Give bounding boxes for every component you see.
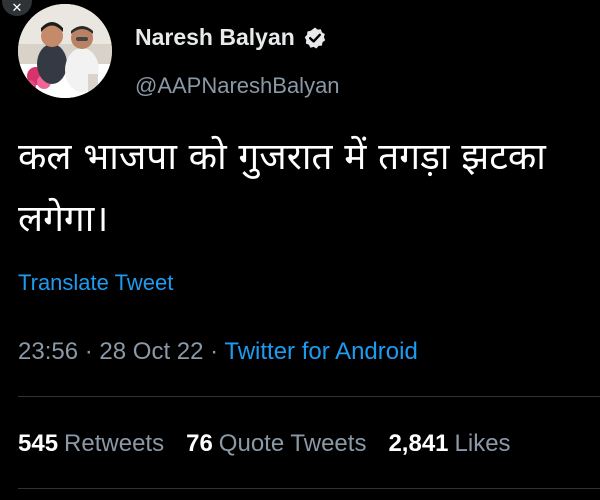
likes-count: 2,841 — [388, 430, 449, 457]
divider — [18, 488, 600, 489]
retweets-label: Retweets — [64, 430, 165, 457]
tweet-text: कल भाजपा को गुजरात में तगड़ा झटका लगेगा। — [18, 135, 546, 240]
translate-tweet-link[interactable]: Translate Tweet — [18, 270, 173, 296]
quote-tweets-label: Quote Tweets — [218, 430, 367, 457]
avatar-photo — [18, 4, 112, 98]
author-name-row[interactable]: Naresh Balyan — [135, 24, 327, 51]
verified-badge-icon — [304, 27, 326, 48]
divider — [18, 396, 600, 397]
likes-stat[interactable]: 2,841 Likes — [388, 430, 510, 458]
meta-separator: · — [210, 338, 219, 365]
tweet-stats: 545 Retweets 76 Quote Tweets 2,841 Likes — [18, 430, 511, 458]
quote-tweets-count: 76 — [186, 430, 213, 457]
likes-label: Likes — [454, 430, 511, 457]
close-button[interactable]: ✕ — [2, 0, 32, 16]
tweet-time[interactable]: 23:56 — [18, 338, 78, 365]
meta-separator: · — [84, 338, 93, 365]
tweet-meta: 23:56 · 28 Oct 22 · Twitter for Android — [18, 338, 418, 366]
avatar[interactable] — [18, 4, 112, 98]
author-display-name[interactable]: Naresh Balyan — [135, 24, 295, 51]
close-icon: ✕ — [11, 0, 23, 15]
quote-tweets-stat[interactable]: 76 Quote Tweets — [186, 430, 366, 458]
tweet-source-link[interactable]: Twitter for Android — [224, 338, 417, 365]
retweets-count: 545 — [18, 430, 59, 457]
author-handle[interactable]: @AAPNareshBalyan — [135, 73, 340, 99]
retweets-stat[interactable]: 545 Retweets — [18, 430, 164, 458]
tweet-date[interactable]: 28 Oct 22 — [99, 338, 203, 365]
